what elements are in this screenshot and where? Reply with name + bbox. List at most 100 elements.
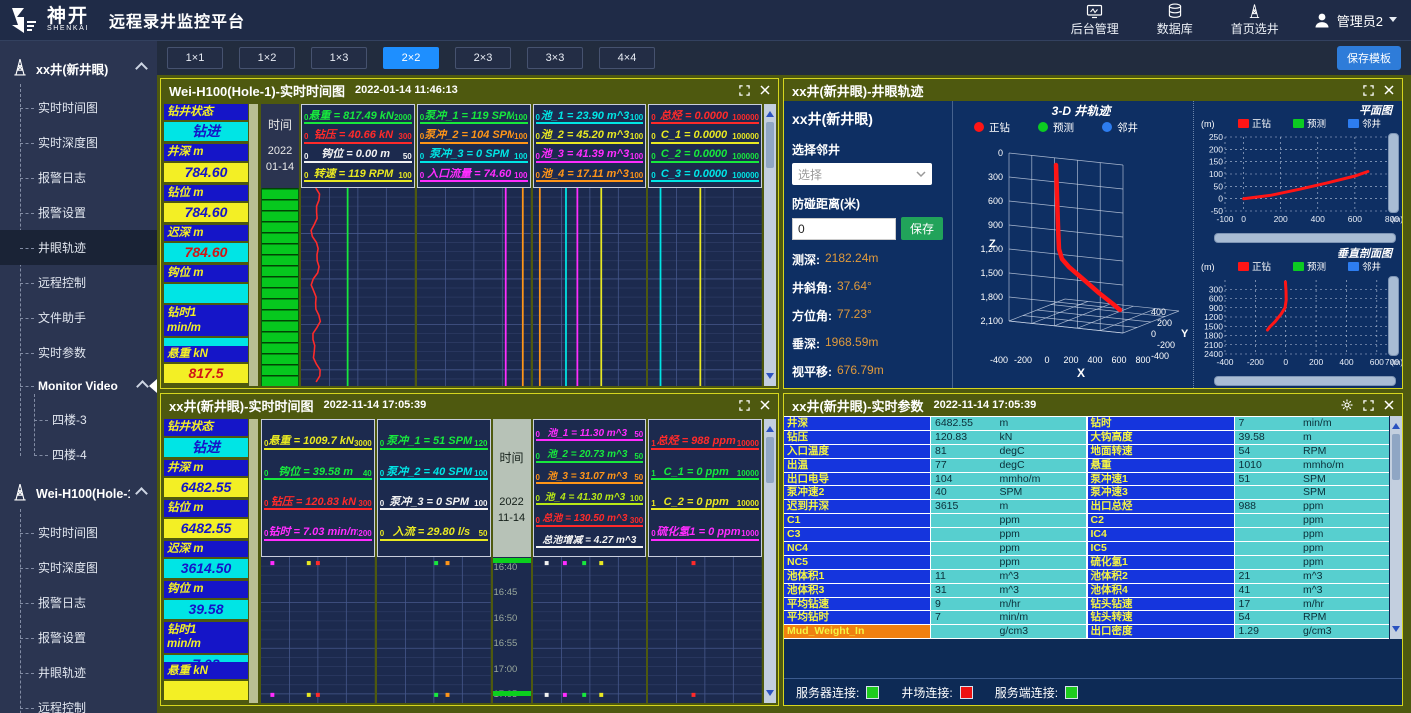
param-unit: m/hr [1303,598,1389,611]
svg-text:(m): (m) [1391,358,1403,367]
sidebar-group[interactable]: Monitor Video [0,370,157,402]
track-header: 0池_1 = 11.30 m^3500池_2 = 20.73 m^3500池_3… [533,419,647,557]
time-strip: 16:4016:4516:5016:5517:0017:05 [493,557,531,703]
curve-label: 0总池 = 130.50 m^3300 [536,513,644,527]
svg-text:0: 0 [1283,357,1288,367]
sidebar-item[interactable]: 报警设置 [0,620,157,655]
close-icon[interactable] [1384,85,1394,95]
param-row: NC5ppm [784,556,1086,570]
well-items: 实时时间图实时深度图报警日志报警设置井眼轨迹远程控制文件助手 [0,515,157,713]
nav-well-select[interactable]: 首页选井 [1231,3,1279,37]
sidebar-collapse-handle[interactable] [142,379,157,393]
table-scrollbar[interactable] [1390,416,1402,639]
scroll-thumb[interactable] [766,122,774,168]
sidebar-item[interactable]: 远程控制 [0,690,157,713]
sidebar-item[interactable]: 远程控制 [0,265,157,300]
save-button[interactable]: 保存 [901,217,943,240]
page-title: 远程录井监控平台 [109,8,245,32]
scale-max: 100 [630,113,643,122]
sidebar-item[interactable]: 实时参数 [0,335,157,370]
gear-icon[interactable] [1341,399,1353,411]
save-template-button[interactable]: 保存模板 [1337,46,1401,70]
sidebar-item[interactable]: 报警设置 [0,195,157,230]
sidebar-item[interactable]: 四楼-4 [0,437,157,472]
status-pair: 钻时1 min/m [164,305,248,342]
param-name: 平均钻时 [784,611,931,624]
trajectory-metrics: 测深:2182.24m井斜角:37.64°方位角:77.23°垂深:1968.5… [792,251,944,389]
param-unit: RPM [1303,611,1389,624]
curve-label: 0池_3 = 31.07 m^350 [536,471,644,485]
scale-max: 100 [630,132,643,141]
sidebar-well[interactable]: xx井(新井眼) [0,47,157,90]
param-row: 泵冲速3SPM [1088,486,1390,500]
user-menu[interactable]: 管理员2 [1313,11,1397,30]
layout-1x2-button[interactable]: 1×2 [239,47,295,69]
layout-1x1-button[interactable]: 1×1 [167,47,223,69]
layout-2x3-button[interactable]: 2×3 [455,47,511,69]
sidebar-item[interactable]: 四楼-3 [0,402,157,437]
status-scrollbar[interactable] [249,419,258,703]
close-icon[interactable] [760,85,770,95]
svg-text:200: 200 [1157,318,1172,328]
scroll-down-icon[interactable] [766,373,774,383]
param-name: C3 [784,528,931,541]
scroll-down-icon[interactable] [766,690,774,700]
layout-4x4-button[interactable]: 4×4 [599,47,655,69]
horizontal-slider[interactable] [1214,376,1396,386]
well-name: Wei-H100(Hole-1) [36,487,130,501]
distance-input[interactable] [792,218,896,240]
curve-label: 0C_2 = 0.0000100000 [651,148,759,163]
svg-text:正钻: 正钻 [989,121,1010,134]
time-chart-content: 钻井状态钻进井深 m6482.55钻位 m6482.55迟深 m3614.50钩… [161,416,778,705]
expand-icon[interactable] [739,85,750,96]
status-pair: 悬重 kN [164,662,248,700]
curve-name-value: 池_2 = 45.20 m^3 [540,129,630,142]
nav-admin[interactable]: 后台管理 [1071,4,1119,37]
sidebar-item[interactable]: 文件助手 [0,300,157,335]
sidebar-item[interactable]: 实时时间图 [0,515,157,550]
layout-3x3-button[interactable]: 3×3 [527,47,583,69]
horizontal-slider[interactable] [1214,233,1396,243]
nav-database[interactable]: 数据库 [1157,3,1193,37]
sidebar-item[interactable]: 井眼轨迹 [0,655,157,690]
close-icon[interactable] [1384,400,1394,410]
scroll-thumb[interactable] [766,437,774,483]
expand-icon[interactable] [739,400,750,411]
status-scrollbar[interactable] [249,104,258,386]
vertical-slider[interactable] [1388,133,1399,213]
sidebar-item[interactable]: 实时深度图 [0,550,157,585]
sidebar-item[interactable]: 实时深度图 [0,125,157,160]
sidebar-item[interactable]: 报警日志 [0,585,157,620]
info-label: 测深: [792,251,820,268]
curve-label: 总池增减 = 4.27 m^3 [536,535,644,549]
close-icon[interactable] [760,400,770,410]
track-header: 0池_1 = 23.90 m^31000池_2 = 45.20 m^31000池… [533,104,647,188]
layout-2x2-button[interactable]: 2×2 [383,47,439,69]
trajectory-content: xx井(新井眼) 选择邻井 选择 防碰距离(米) 保存 测深:2182.24m井… [784,101,1402,388]
layout-1x3-button[interactable]: 1×3 [311,47,367,69]
expand-icon[interactable] [1363,400,1374,411]
sidebar-item[interactable]: 井眼轨迹 [0,230,157,265]
sidebar-item[interactable]: 实时时间图 [0,90,157,125]
panel-titlebar: xx井(新井眼)-井眼轨迹 [784,79,1402,101]
scroll-up-icon[interactable] [766,107,774,117]
sidebar-item[interactable]: 报警日志 [0,160,157,195]
param-value: 54 [1235,611,1304,624]
curve-label: 0悬重 = 817.49 kN2000 [304,110,412,125]
plan-view-block: 平面图正钻预测邻井(m)250200150100500-50-100020040… [1198,103,1400,243]
curve-name-value: 池_4 = 17.11 m^3 [540,168,630,181]
chart-track: 0悬重 = 1009.7 kN30000钩位 = 39.58 m400钻压 = … [261,419,375,703]
status-label: 迟深 m [164,541,248,558]
svg-text:400: 400 [1151,307,1166,317]
svg-text:-400: -400 [1216,357,1233,367]
vertical-slider[interactable] [1388,276,1399,356]
scale-max: 100000 [732,113,759,122]
param-row: C3ppm [784,528,1086,542]
scroll-up-icon[interactable] [766,422,774,432]
vertical-scrollbar[interactable] [764,419,776,703]
expand-icon[interactable] [1363,85,1374,96]
neighbor-select[interactable]: 选择 [792,163,932,185]
param-row: NC4ppm [784,542,1086,556]
vertical-scrollbar[interactable] [764,104,776,386]
sidebar-well[interactable]: Wei-H100(Hole-1) [0,472,157,515]
